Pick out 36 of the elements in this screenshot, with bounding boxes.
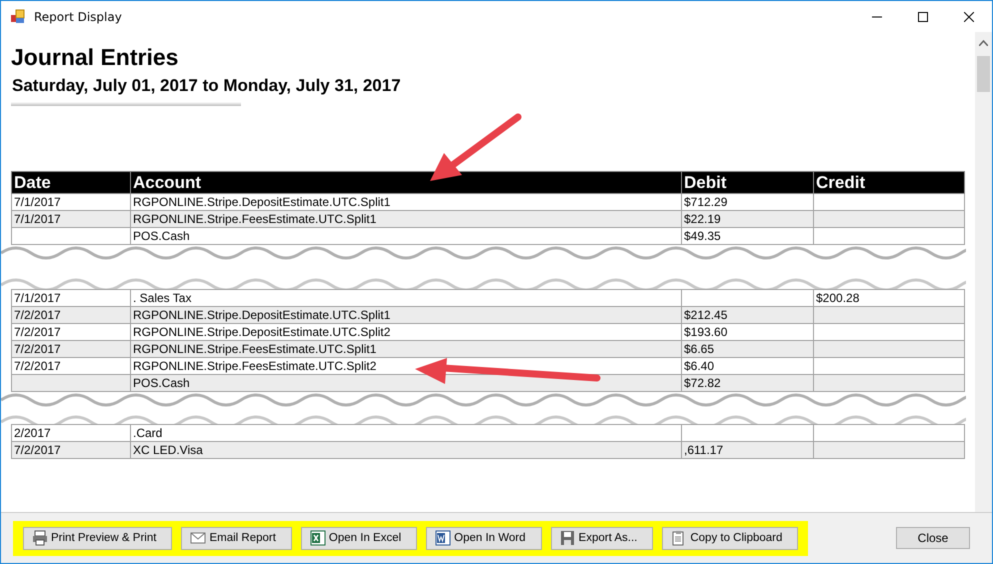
window-title: Report Display (34, 10, 122, 24)
scrollbar[interactable] (975, 32, 992, 512)
excel-button[interactable]: Open In Excel (300, 526, 418, 550)
table-cell: $49.35 (682, 228, 814, 244)
column-header: Debit (682, 172, 814, 194)
word-icon (435, 530, 452, 546)
word-button[interactable]: Open In Word (426, 526, 542, 550)
save-button[interactable]: Export As... (550, 526, 654, 550)
table-cell: 7/2/2017 (12, 442, 130, 458)
print-icon (32, 530, 48, 546)
scroll-up-icon[interactable] (979, 40, 988, 46)
app-icon (10, 8, 26, 24)
column-header: Credit (814, 172, 964, 194)
report-date-range: Saturday, July 01, 2017 to Monday, July 31, 2017 (12, 76, 402, 96)
email-button[interactable]: Email Report (181, 526, 292, 550)
scroll-thumb[interactable] (977, 56, 990, 92)
table-cell: 7/1/2017 (12, 290, 130, 306)
table-cell: .Card (130, 424, 682, 442)
email-icon (190, 530, 206, 546)
table-cell: XC LED.Visa (130, 442, 682, 458)
column-header: Account (130, 172, 682, 194)
table-cell: . Sales Tax (130, 290, 682, 306)
table-cell: $72.82 (682, 374, 814, 392)
save-icon (560, 530, 576, 546)
print-button[interactable]: Print Preview & Print (23, 526, 172, 550)
table-cell: $200.28 (814, 290, 964, 306)
report-title: Journal Entries (11, 44, 180, 70)
table-cell: POS.Cash (130, 228, 682, 244)
close-button[interactable]: Close (896, 527, 970, 549)
clipboard-button[interactable]: Copy to Clipboard (662, 526, 798, 550)
table-cell: ,611.17 (682, 442, 814, 458)
column-header: Date (12, 172, 130, 194)
excel-icon (310, 530, 326, 546)
close-icon[interactable] (964, 12, 974, 22)
table-cell: 2/2017 (12, 424, 130, 442)
maximize-icon[interactable] (918, 12, 928, 22)
